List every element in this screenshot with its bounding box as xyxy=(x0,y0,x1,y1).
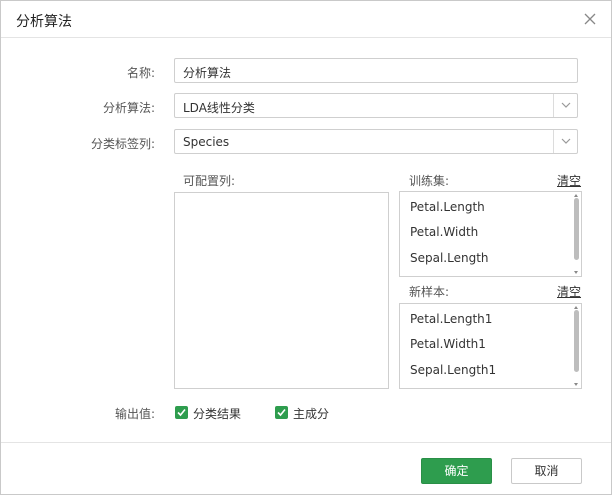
training-set-list[interactable]: Petal.Length Petal.Width Sepal.Length xyxy=(399,191,582,277)
configurable-columns-list[interactable] xyxy=(174,192,389,389)
name-input-value: 分析算法 xyxy=(183,66,232,80)
list-item[interactable]: Sepal.Length1 xyxy=(410,363,496,377)
dialog-titlebar: 分析算法 xyxy=(1,1,611,38)
close-icon[interactable] xyxy=(583,12,597,26)
scrollbar[interactable] xyxy=(574,198,579,260)
algorithm-select[interactable]: LDA线性分类 xyxy=(174,93,578,118)
new-sample-title: 新样本: xyxy=(409,285,450,299)
scrollbar[interactable] xyxy=(574,310,579,372)
class-label-select-value: Species xyxy=(183,135,230,149)
cancel-button[interactable]: 取消 xyxy=(511,458,582,484)
chevron-down-icon[interactable] xyxy=(553,94,577,117)
name-input[interactable]: 分析算法 xyxy=(174,58,578,83)
checkbox-label[interactable]: 主成分 xyxy=(293,405,329,422)
training-clear-link[interactable]: 清空 xyxy=(557,172,581,189)
list-item[interactable]: Petal.Width xyxy=(410,225,478,239)
check-icon xyxy=(277,408,286,417)
list-item[interactable]: Petal.Width1 xyxy=(410,337,486,351)
name-label: 名称: xyxy=(126,66,155,80)
dialog-footer: 确定 取消 xyxy=(1,442,611,494)
new-sample-clear-link[interactable]: 清空 xyxy=(557,283,581,300)
analysis-algorithm-dialog: 分析算法 名称: 分析算法 分析算法: LDA线性分类 分类标签列: Speci… xyxy=(0,0,612,495)
scroll-up-icon[interactable] xyxy=(574,306,578,309)
algorithm-label: 分析算法: xyxy=(102,101,155,115)
training-set-title: 训练集: xyxy=(409,174,450,188)
scroll-down-icon[interactable] xyxy=(574,271,578,274)
scroll-down-icon[interactable] xyxy=(574,383,578,386)
configurable-columns-title: 可配置列: xyxy=(183,174,236,188)
checkbox-principal-component[interactable] xyxy=(275,406,288,419)
ok-button[interactable]: 确定 xyxy=(421,458,492,484)
chevron-down-icon[interactable] xyxy=(553,130,577,153)
list-item[interactable]: Petal.Length xyxy=(410,200,485,214)
class-label-select[interactable]: Species xyxy=(174,129,578,154)
class-label-label: 分类标签列: xyxy=(90,137,155,151)
scroll-up-icon[interactable] xyxy=(574,194,578,197)
checkbox-classification-result[interactable] xyxy=(175,406,188,419)
checkbox-label[interactable]: 分类结果 xyxy=(193,405,241,422)
dialog-title: 分析算法 xyxy=(16,14,72,30)
new-sample-list[interactable]: Petal.Length1 Petal.Width1 Sepal.Length1 xyxy=(399,303,582,389)
list-item[interactable]: Sepal.Length xyxy=(410,251,489,265)
algorithm-select-value: LDA线性分类 xyxy=(183,101,255,115)
output-label: 输出值: xyxy=(114,407,155,421)
check-icon xyxy=(177,408,186,417)
list-item[interactable]: Petal.Length1 xyxy=(410,312,492,326)
